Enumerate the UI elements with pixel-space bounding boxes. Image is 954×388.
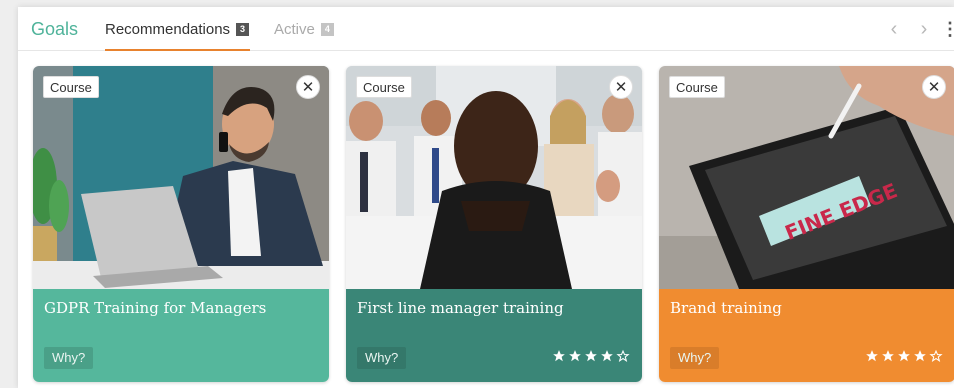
course-tag: Course — [356, 76, 412, 98]
tab-recommendations-label: Recommendations — [105, 21, 231, 38]
star-filled-icon — [601, 350, 613, 362]
close-icon[interactable]: ✕ — [296, 75, 320, 99]
star-empty-icon — [929, 349, 943, 362]
star-filled-icon — [585, 350, 597, 362]
recommendations-count-badge: 3 — [236, 23, 250, 36]
tab-goals[interactable]: Goals — [31, 19, 78, 40]
course-tag: Course — [43, 76, 99, 98]
why-button[interactable]: Why? — [44, 347, 94, 369]
active-count-badge: 4 — [320, 23, 334, 36]
tab-bar: Goals Recommendations 3 Active 4 ‹ › ⋮ — [18, 7, 954, 51]
why-button[interactable]: Why? — [670, 347, 720, 369]
course-card-image: Course ✕ — [33, 66, 329, 289]
course-card-body: Brand training Why? — [659, 289, 954, 382]
tablet-design-photo: FINE EDGE — [659, 66, 954, 289]
course-card-image: Course ✕ — [346, 66, 642, 289]
recommendations-panel: Goals Recommendations 3 Active 4 ‹ › ⋮ C… — [18, 7, 954, 388]
more-vertical-icon[interactable]: ⋮ — [940, 17, 954, 41]
star-filled-icon — [914, 350, 926, 362]
course-card[interactable]: FINE EDGE Course ✕ Brand training Why? — [659, 66, 954, 382]
close-icon[interactable]: ✕ — [609, 75, 633, 99]
tab-recommendations[interactable]: Recommendations 3 — [105, 21, 251, 51]
course-card[interactable]: Course ✕ GDPR Training for Managers Why? — [33, 66, 329, 382]
why-button[interactable]: Why? — [357, 347, 407, 369]
chevron-left-icon[interactable]: ‹ — [884, 17, 904, 41]
meeting-room-photo — [346, 66, 642, 289]
star-filled-icon — [553, 350, 565, 362]
tab-active[interactable]: Active 4 — [274, 21, 334, 51]
rating-stars — [865, 349, 943, 363]
course-card-body: GDPR Training for Managers Why? — [33, 289, 329, 382]
chevron-right-icon[interactable]: › — [914, 17, 934, 41]
star-filled-icon — [898, 350, 910, 362]
course-title: First line manager training — [357, 299, 564, 317]
close-icon[interactable]: ✕ — [922, 75, 946, 99]
star-filled-icon — [882, 350, 894, 362]
course-card-image: FINE EDGE Course ✕ — [659, 66, 954, 289]
star-empty-icon — [616, 349, 630, 362]
star-filled-icon — [866, 350, 878, 362]
course-title: GDPR Training for Managers — [44, 299, 267, 317]
rating-stars — [552, 349, 630, 363]
tab-active-label: Active — [274, 21, 315, 38]
course-card-body: First line manager training Why? — [346, 289, 642, 382]
course-card[interactable]: Course ✕ First line manager training Why… — [346, 66, 642, 382]
star-filled-icon — [569, 350, 581, 362]
businessman-laptop-photo — [33, 66, 329, 289]
course-tag: Course — [669, 76, 725, 98]
course-title: Brand training — [670, 299, 782, 317]
